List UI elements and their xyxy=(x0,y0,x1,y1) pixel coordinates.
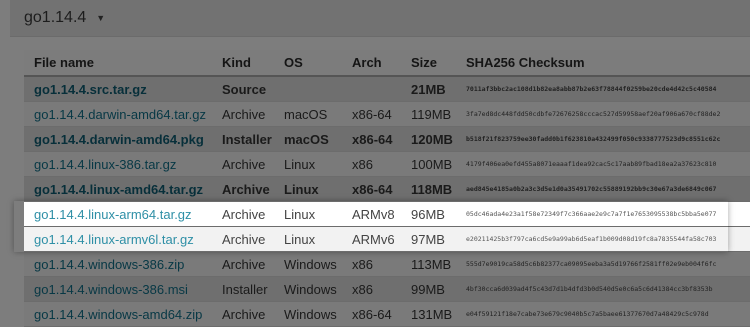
table-row: go1.14.4.windows-amd64.zip Archive Windows… xyxy=(24,301,750,327)
sha256-cell: e20211425b3f797ca6cd5e9a99ab6d5eaf1b009d… xyxy=(456,226,750,252)
arch-cell: x86-64 xyxy=(342,101,401,127)
table-row: go1.14.4.windows-386.zip Archive Windows x8… xyxy=(24,251,750,277)
kind-cell: Archive xyxy=(212,201,274,227)
column-header-arch: Arch xyxy=(342,50,401,77)
kind-cell: Archive xyxy=(212,176,274,202)
downloads-table: File name Kind OS Arch Size SHA256 Check… xyxy=(24,50,750,327)
file-name-cell: go1.14.4.windows-386.msi xyxy=(24,276,212,302)
os-cell: macOS xyxy=(274,101,342,127)
kind-cell: Archive xyxy=(212,251,274,277)
version-header: go1.14.4 ▼ xyxy=(10,0,750,37)
file-name-cell: go1.14.4.darwin-amd64.pkg xyxy=(24,126,212,152)
size-cell: 99MB xyxy=(401,276,456,302)
size-cell: 97MB xyxy=(401,226,456,252)
kind-cell: Archive xyxy=(212,301,274,327)
sha256-cell: 555d7e9019ca58d5c6b82377ca09095eeba3a5d1… xyxy=(456,251,750,277)
download-link[interactable]: go1.14.4.linux-arm64.tar.gz xyxy=(34,207,192,222)
download-link[interactable]: go1.14.4.linux-amd64.tar.gz xyxy=(34,182,203,197)
download-link[interactable]: go1.14.4.linux-386.tar.gz xyxy=(34,157,176,172)
file-name-cell: go1.14.4.linux-arm64.tar.gz xyxy=(24,201,212,227)
table-row: go1.14.4.windows-386.msi Installer Windows… xyxy=(24,276,750,302)
size-cell: 100MB xyxy=(401,151,456,177)
table-row: go1.14.4.darwin-amd64.pkg Installer macOS x… xyxy=(24,126,750,152)
file-name-cell: go1.14.4.linux-386.tar.gz xyxy=(24,151,212,177)
size-cell: 118MB xyxy=(401,176,456,202)
file-name-cell: go1.14.4.linux-amd64.tar.gz xyxy=(24,176,212,202)
sha256-cell: 4179f406ea0efd455a8071eaaaf1dea92cac5c17… xyxy=(456,151,750,177)
version-toggle[interactable]: go1.14.4 ▼ xyxy=(24,8,105,28)
file-name-cell: go1.14.4.windows-amd64.zip xyxy=(24,301,212,327)
table-row: go1.14.4.linux-amd64.tar.gz Archive Linux x… xyxy=(24,176,750,202)
sha256-cell: 7011af3bbc2ac108d1b82ea8abb87b2e63f78844… xyxy=(456,76,750,102)
arch-cell: x86 xyxy=(342,251,401,277)
size-cell: 131MB xyxy=(401,301,456,327)
table-row: go1.14.4.linux-arm64.tar.gz Archive Linux A… xyxy=(24,201,750,227)
os-cell: Windows xyxy=(274,251,342,277)
arch-cell: x86-64 xyxy=(342,176,401,202)
os-cell: Windows xyxy=(274,301,342,327)
file-name-cell: go1.14.4.darwin-amd64.tar.gz xyxy=(24,101,212,127)
arch-cell: x86 xyxy=(342,151,401,177)
sha256-cell: 4bf30cca6d039ad4f5c43d7d1b4dfd3b0d540d5e… xyxy=(456,276,750,302)
os-cell: Linux xyxy=(274,201,342,227)
sha256-cell: 3fa7ed8dc448fdd50cdbfe72676258cccac527d5… xyxy=(456,101,750,127)
column-header-os: OS xyxy=(274,50,342,77)
download-link[interactable]: go1.14.4.linux-armv6l.tar.gz xyxy=(34,232,194,247)
os-cell: Linux xyxy=(274,176,342,202)
arch-cell xyxy=(342,76,401,102)
size-cell: 21MB xyxy=(401,76,456,102)
table-row: go1.14.4.darwin-amd64.tar.gz Archive macOS… xyxy=(24,101,750,127)
size-cell: 120MB xyxy=(401,126,456,152)
size-cell: 119MB xyxy=(401,101,456,127)
size-cell: 113MB xyxy=(401,251,456,277)
table-row: go1.14.4.src.tar.gz Source 21MB 7011af3bbc2… xyxy=(24,76,750,102)
arch-cell: x86 xyxy=(342,276,401,302)
file-name-cell: go1.14.4.src.tar.gz xyxy=(24,76,212,102)
size-cell: 96MB xyxy=(401,201,456,227)
column-header-sha256: SHA256 Checksum xyxy=(456,50,750,77)
kind-cell: Archive xyxy=(212,151,274,177)
sha256-cell: e04f59121f18e7cabe73e679c9040b5c7a5baee6… xyxy=(456,301,750,327)
kind-cell: Installer xyxy=(212,276,274,302)
download-link[interactable]: go1.14.4.src.tar.gz xyxy=(34,82,147,97)
downloads-table-container: File name Kind OS Arch Size SHA256 Check… xyxy=(24,50,750,327)
arch-cell: x86-64 xyxy=(342,301,401,327)
os-cell: macOS xyxy=(274,126,342,152)
file-name-cell: go1.14.4.windows-386.zip xyxy=(24,251,212,277)
kind-cell: Archive xyxy=(212,101,274,127)
sha256-cell: b518f21f823759ee30fadd0b1f623810a432499f… xyxy=(456,126,750,152)
file-name-cell: go1.14.4.linux-armv6l.tar.gz xyxy=(24,226,212,252)
sha256-cell: 05dc46ada4e23a1f58e72349f7c366aae2e9c7a7… xyxy=(456,201,750,227)
os-cell: Linux xyxy=(274,226,342,252)
column-header-size: Size xyxy=(401,50,456,77)
arch-cell: x86-64 xyxy=(342,126,401,152)
os-cell xyxy=(274,76,342,102)
download-link[interactable]: go1.14.4.windows-386.msi xyxy=(34,282,188,297)
table-header-row: File name Kind OS Arch Size SHA256 Check… xyxy=(24,50,750,77)
download-link[interactable]: go1.14.4.windows-amd64.zip xyxy=(34,307,202,322)
arch-cell: ARMv8 xyxy=(342,201,401,227)
download-link[interactable]: go1.14.4.windows-386.zip xyxy=(34,257,184,272)
column-header-file-name: File name xyxy=(24,50,212,77)
download-link[interactable]: go1.14.4.darwin-amd64.pkg xyxy=(34,132,204,147)
download-link[interactable]: go1.14.4.darwin-amd64.tar.gz xyxy=(34,107,206,122)
arch-cell: ARMv6 xyxy=(342,226,401,252)
sha256-cell: aed845e4185a0b2a3c3d5e1d0a35491702c55889… xyxy=(456,176,750,202)
kind-cell: Source xyxy=(212,76,274,102)
os-cell: Linux xyxy=(274,151,342,177)
os-cell: Windows xyxy=(274,276,342,302)
column-header-kind: Kind xyxy=(212,50,274,77)
table-row: go1.14.4.linux-386.tar.gz Archive Linux x86… xyxy=(24,151,750,177)
version-label: go1.14.4 xyxy=(24,9,87,26)
caret-down-icon: ▼ xyxy=(96,13,106,23)
kind-cell: Archive xyxy=(212,226,274,252)
table-row: go1.14.4.linux-armv6l.tar.gz Archive Linux… xyxy=(24,226,750,252)
kind-cell: Installer xyxy=(212,126,274,152)
